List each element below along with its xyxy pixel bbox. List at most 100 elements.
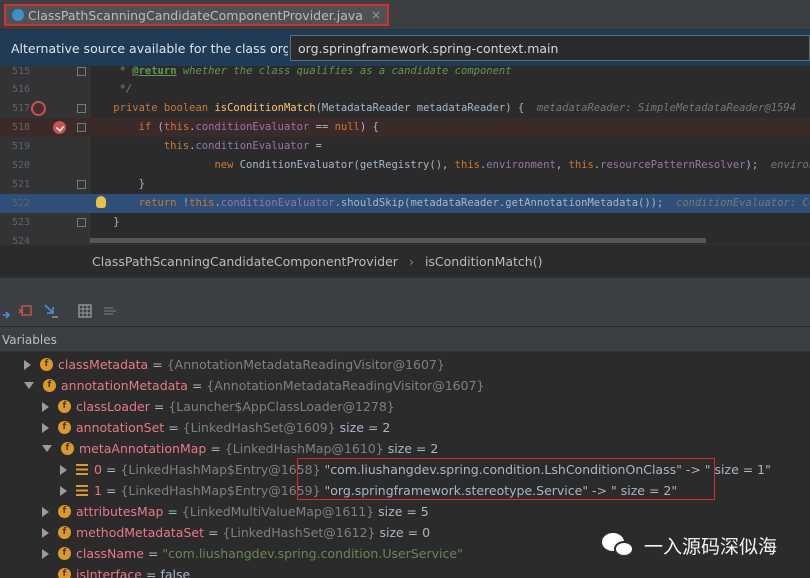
run-to-cursor-icon[interactable] xyxy=(43,303,59,319)
variable-row[interactable]: f attributesMap = {LinkedMultiValueMap@1611… xyxy=(42,501,429,522)
code-text: this.conditionEvaluator = xyxy=(88,137,322,156)
code-editor[interactable]: 515 * @return whether the class qualifie… xyxy=(0,66,810,244)
horizontal-scrollbar[interactable] xyxy=(90,238,706,243)
expand-arrow-icon[interactable] xyxy=(42,401,49,412)
variables-tree[interactable]: f classMetadata = {AnnotationMetadataReadin… xyxy=(0,352,810,578)
code-token: conditionEvaluator xyxy=(195,121,310,133)
code-line[interactable]: 522 return !this.conditionEvaluator.shou… xyxy=(0,194,810,213)
breadcrumb: ClassPathScanningCandidateComponentProvi… xyxy=(0,244,810,277)
code-token: conditionEvaluator: Conditi xyxy=(675,197,810,209)
variable-name: metaAnnotationMap xyxy=(79,441,207,456)
variable-name: classMetadata xyxy=(58,357,149,372)
code-token: this xyxy=(454,159,480,171)
variable-row[interactable]: f metaAnnotationMap = {LinkedHashMap@1610} … xyxy=(42,438,438,459)
variable-extra: size = 5 xyxy=(374,504,429,519)
fold-marker-icon[interactable] xyxy=(77,218,86,227)
variable-name: classLoader xyxy=(76,399,150,414)
code-token: new xyxy=(214,159,240,171)
code-text: * @return whether the class qualifies as… xyxy=(88,66,512,81)
code-line[interactable]: 518 if (this.conditionEvaluator == null)… xyxy=(0,118,810,137)
field-icon: f xyxy=(58,568,71,578)
variable-value: {LinkedHashSet@1612} xyxy=(222,525,376,540)
variable-row[interactable]: f methodMetadataSet = {LinkedHashSet@1612} … xyxy=(42,522,430,543)
equals-sign: = xyxy=(208,525,219,540)
list-entry-icon xyxy=(76,464,88,475)
method-breakpoint-icon[interactable] xyxy=(31,101,46,116)
code-line[interactable]: 515 * @return whether the class qualifie… xyxy=(0,66,810,81)
field-icon: f xyxy=(58,547,71,560)
variable-name: annotationMetadata xyxy=(61,378,188,393)
expand-arrow-icon[interactable] xyxy=(60,485,67,496)
code-text: } xyxy=(88,213,119,232)
code-token: @return xyxy=(132,66,177,77)
code-line[interactable]: 520 new ConditionEvaluator(getRegistry()… xyxy=(0,156,810,175)
field-icon: f xyxy=(61,442,74,455)
collapse-arrow-icon[interactable] xyxy=(42,445,52,452)
variable-row[interactable]: f classLoader = {Launcher$AppClassLoader@12… xyxy=(42,396,395,417)
fold-marker-icon[interactable] xyxy=(77,104,86,113)
trace-icon[interactable] xyxy=(102,303,118,319)
evaluate-expression-icon[interactable] xyxy=(77,303,93,319)
variable-name: 1 xyxy=(94,483,102,498)
editor-tab[interactable]: ClassPathScanningCandidateComponentProvi… xyxy=(4,4,390,26)
expand-arrow-icon[interactable] xyxy=(42,422,49,433)
fold-marker-icon[interactable] xyxy=(77,180,86,189)
expand-arrow-icon[interactable] xyxy=(60,464,67,475)
breadcrumb-class[interactable]: ClassPathScanningCandidateComponentProvi… xyxy=(92,254,398,269)
code-token: resourcePatternResolver xyxy=(600,159,746,171)
drop-frame-icon[interactable] xyxy=(17,303,33,319)
variable-row[interactable]: f annotationSet = {LinkedHashSet@1609} size… xyxy=(42,417,390,438)
source-selector[interactable]: org.springframework.spring-context.main xyxy=(290,35,810,61)
equals-sign: = xyxy=(145,567,157,578)
field-icon: f xyxy=(58,421,71,434)
breadcrumb-method[interactable]: isConditionMatch() xyxy=(425,254,543,269)
line-number: 516 xyxy=(11,84,30,95)
code-token: environment xyxy=(486,159,556,171)
code-line[interactable]: 519 this.conditionEvaluator = xyxy=(0,137,810,156)
collapse-arrow-icon[interactable] xyxy=(24,382,34,389)
breakpoint-icon[interactable] xyxy=(53,121,66,134)
close-icon[interactable]: × xyxy=(371,8,381,22)
code-line[interactable]: 523 } xyxy=(0,213,810,232)
variable-name: isInterface xyxy=(76,567,142,578)
field-icon: f xyxy=(58,400,71,413)
expand-arrow-icon[interactable] xyxy=(42,548,49,559)
code-token: this xyxy=(568,159,594,171)
code-token: whether the class qualifies as a candida… xyxy=(176,66,512,77)
fold-marker-icon[interactable] xyxy=(77,123,86,132)
variables-header: Variables xyxy=(0,326,810,352)
line-number: 520 xyxy=(11,160,30,171)
variable-value: {LinkedHashMap@1610} xyxy=(224,441,384,456)
code-token: .shouldSkip(metadataReader.getAnnotation… xyxy=(334,197,676,209)
expand-arrow-icon[interactable] xyxy=(42,506,49,517)
fold-marker-icon[interactable] xyxy=(77,67,86,76)
code-token: conditionEvaluator xyxy=(195,140,310,152)
variable-value: {LinkedMultiValueMap@1611} xyxy=(181,504,375,519)
variable-name: attributesMap xyxy=(76,504,164,519)
code-line[interactable]: 521 } xyxy=(0,175,810,194)
variable-row[interactable]: f isInterface = false xyxy=(42,564,190,578)
variable-value: {AnnotationMetadataReadingVisitor@1607} xyxy=(166,357,445,372)
variable-value: {LinkedHashMap$Entry@1658} xyxy=(120,462,321,477)
code-text: } xyxy=(88,175,145,194)
code-token: * xyxy=(88,66,133,77)
expand-arrow-icon[interactable] xyxy=(42,527,49,538)
code-text: new ConditionEvaluator(getRegistry(), th… xyxy=(88,156,810,175)
equals-sign: = xyxy=(167,504,178,519)
expand-arrow-icon[interactable] xyxy=(24,359,31,370)
variable-row[interactable]: f className = "com.liushangdev.spring.condi… xyxy=(42,543,463,564)
variable-row[interactable]: f annotationMetadata = {AnnotationMetadataR… xyxy=(24,375,484,396)
code-text: return !this.conditionEvaluator.shouldSk… xyxy=(88,194,810,213)
code-token: == xyxy=(309,121,335,133)
step-over-icon[interactable] xyxy=(2,303,18,319)
code-line[interactable]: 516 */ xyxy=(0,80,810,99)
code-text: */ xyxy=(88,80,133,99)
code-line[interactable]: 517 private boolean isConditionMatch(Met… xyxy=(0,99,810,118)
variable-name: 0 xyxy=(94,462,102,477)
variable-name: methodMetadataSet xyxy=(76,525,204,540)
variable-name: className xyxy=(76,546,144,561)
variable-value: {LinkedHashSet@1609} xyxy=(182,420,336,435)
variable-row[interactable]: f classMetadata = {AnnotationMetadataReadin… xyxy=(24,354,445,375)
